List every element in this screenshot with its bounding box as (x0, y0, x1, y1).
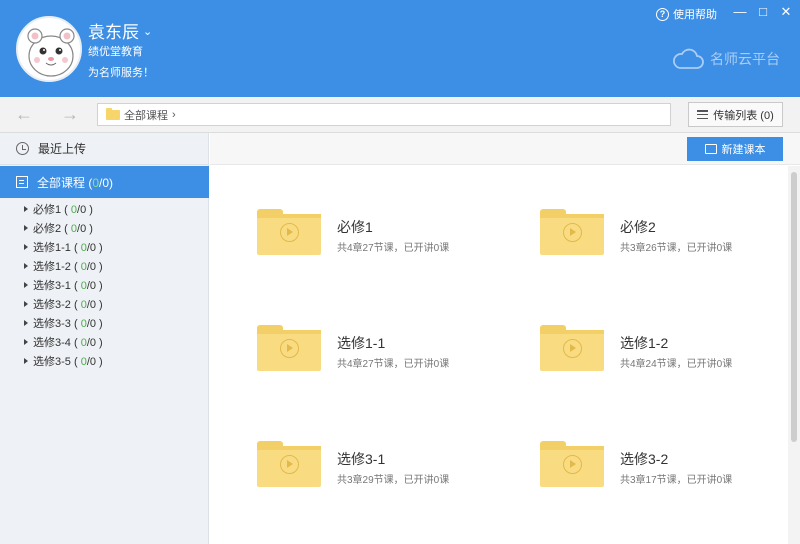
course-card[interactable]: 必修2 共3章26节课，已开讲0课 (540, 203, 800, 263)
vertical-scrollbar[interactable] (788, 166, 800, 544)
tree-item-label: 选修1-2 ( 0/0 ) (33, 260, 103, 273)
document-icon (16, 176, 28, 188)
course-title: 必修1 (337, 219, 373, 235)
video-folder-icon (257, 441, 321, 487)
course-card[interactable]: 必修1 共4章27节课，已开讲0课 (257, 203, 517, 263)
brand-name: 名师云平台 (710, 51, 780, 67)
tree-item-label: 必修2 ( 0/0 ) (33, 222, 93, 235)
tree-item-label: 选修3-1 ( 0/0 ) (33, 279, 103, 292)
new-course-button[interactable]: 新建课本 (687, 137, 783, 161)
course-tree: 必修1 ( 0/0 ) 必修2 ( 0/0 ) 选修1-1 ( 0/0 ) 选修… (0, 199, 209, 370)
user-name-dropdown[interactable]: 袁东辰 ⌄ (88, 18, 152, 43)
help-link[interactable]: ? 使用帮助 (656, 6, 717, 22)
breadcrumb[interactable]: 全部课程 › (97, 103, 671, 126)
tree-item[interactable]: 选修3-5 ( 0/0 ) (0, 351, 209, 370)
course-description: 共4章27节课，已开讲0课 (337, 243, 450, 254)
organization-name: 绩优堂教育 (88, 46, 143, 58)
app-header: 袁东辰 ⌄ 绩优堂教育 为名师服务！ ? 使用帮助 — □ ✕ 名师云平台 (0, 0, 800, 97)
transfer-list-label: 传输列表 (0) (713, 109, 774, 122)
sidebar-item-label: 最近上传 (38, 142, 87, 156)
video-folder-icon (540, 325, 604, 371)
video-folder-icon (540, 441, 604, 487)
breadcrumb-item[interactable]: 全部课程 (124, 107, 168, 123)
expand-arrow-icon[interactable] (24, 319, 28, 326)
video-folder-icon (257, 209, 321, 255)
sidebar-item-label: 全部课程 (0/0) (37, 175, 114, 190)
forward-button[interactable]: → (60, 104, 80, 124)
tree-item[interactable]: 选修1-1 ( 0/0 ) (0, 237, 209, 256)
course-description: 共4章27节课，已开讲0课 (337, 359, 450, 370)
tree-item[interactable]: 选修3-2 ( 0/0 ) (0, 294, 209, 313)
course-description: 共3章17节课，已开讲0课 (620, 475, 733, 486)
play-icon (563, 339, 582, 358)
tree-item-label: 选修3-2 ( 0/0 ) (33, 298, 103, 311)
folder-icon (106, 107, 120, 120)
video-folder-icon (540, 209, 604, 255)
tree-item-label: 选修3-3 ( 0/0 ) (33, 317, 103, 330)
tree-item-label: 必修1 ( 0/0 ) (33, 203, 93, 216)
tree-item[interactable]: 必修1 ( 0/0 ) (0, 199, 209, 218)
expand-arrow-icon[interactable] (24, 357, 28, 364)
main-content: 新建课本 必修1 共4章27节课，已开讲0课 必修2 共3章26节课，已开讲0课… (210, 133, 800, 544)
play-icon (280, 455, 299, 474)
list-icon (697, 110, 709, 119)
video-folder-icon (257, 325, 321, 371)
help-label: 使用帮助 (673, 9, 717, 21)
close-button[interactable]: ✕ (776, 3, 796, 21)
course-title: 必修2 (620, 219, 656, 235)
content-toolbar: 新建课本 (210, 133, 800, 165)
tree-item[interactable]: 选修1-2 ( 0/0 ) (0, 256, 209, 275)
expand-arrow-icon[interactable] (24, 338, 28, 345)
course-title: 选修1-1 (337, 335, 386, 351)
new-course-icon (704, 144, 717, 154)
tree-item[interactable]: 选修3-1 ( 0/0 ) (0, 275, 209, 294)
play-icon (563, 223, 582, 242)
hamster-avatar-icon (27, 28, 75, 77)
sidebar-item-recent-uploads[interactable]: 最近上传 (0, 133, 209, 165)
chevron-down-icon: ⌄ (143, 26, 153, 38)
course-title: 选修3-2 (620, 451, 669, 467)
breadcrumb-separator: › (172, 108, 176, 121)
clock-icon (16, 142, 29, 155)
expand-arrow-icon[interactable] (24, 281, 28, 288)
course-title: 选修3-1 (337, 451, 386, 467)
transfer-list-button[interactable]: 传输列表 (0) (688, 102, 783, 127)
tree-item-label: 选修3-5 ( 0/0 ) (33, 355, 103, 368)
play-icon (563, 455, 582, 474)
tree-item[interactable]: 必修2 ( 0/0 ) (0, 218, 209, 237)
scrollbar-thumb[interactable] (791, 172, 797, 442)
tree-item[interactable]: 选修3-3 ( 0/0 ) (0, 313, 209, 332)
course-card[interactable]: 选修3-2 共3章17节课，已开讲0课 (540, 435, 800, 495)
sidebar: 最近上传 全部课程 (0/0) 必修1 ( 0/0 ) 必修2 ( 0/0 ) … (0, 133, 209, 544)
tree-item-label: 选修3-4 ( 0/0 ) (33, 336, 103, 349)
expand-arrow-icon[interactable] (24, 243, 28, 250)
back-button[interactable]: ← (14, 104, 34, 124)
navigation-toolbar: ← → 全部课程 › 传输列表 (0) (0, 97, 800, 133)
cloud-icon (673, 48, 704, 69)
help-icon: ? (656, 7, 669, 21)
play-icon (280, 223, 299, 242)
course-description: 共4章24节课，已开讲0课 (620, 359, 733, 370)
user-name: 袁东辰 (88, 23, 139, 42)
user-avatar[interactable] (16, 16, 82, 82)
sidebar-item-all-courses[interactable]: 全部课程 (0/0) (0, 166, 209, 198)
maximize-button[interactable]: □ (753, 3, 773, 21)
course-description: 共3章29节课，已开讲0课 (337, 475, 450, 486)
brand-logo: 名师云平台 (672, 48, 780, 70)
expand-arrow-icon[interactable] (24, 262, 28, 269)
course-card[interactable]: 选修1-2 共4章24节课，已开讲0课 (540, 319, 800, 379)
course-card[interactable]: 选修3-1 共3章29节课，已开讲0课 (257, 435, 517, 495)
expand-arrow-icon[interactable] (24, 205, 28, 212)
expand-arrow-icon[interactable] (24, 224, 28, 231)
new-course-label: 新建课本 (721, 144, 766, 156)
expand-arrow-icon[interactable] (24, 300, 28, 307)
tree-item[interactable]: 选修3-4 ( 0/0 ) (0, 332, 209, 351)
slogan-text: 为名师服务！ (88, 67, 154, 79)
play-icon (280, 339, 299, 358)
course-title: 选修1-2 (620, 335, 669, 351)
minimize-button[interactable]: — (730, 3, 750, 21)
tree-item-label: 选修1-1 ( 0/0 ) (33, 241, 103, 254)
course-description: 共3章26节课，已开讲0课 (620, 243, 733, 254)
course-card[interactable]: 选修1-1 共4章27节课，已开讲0课 (257, 319, 517, 379)
